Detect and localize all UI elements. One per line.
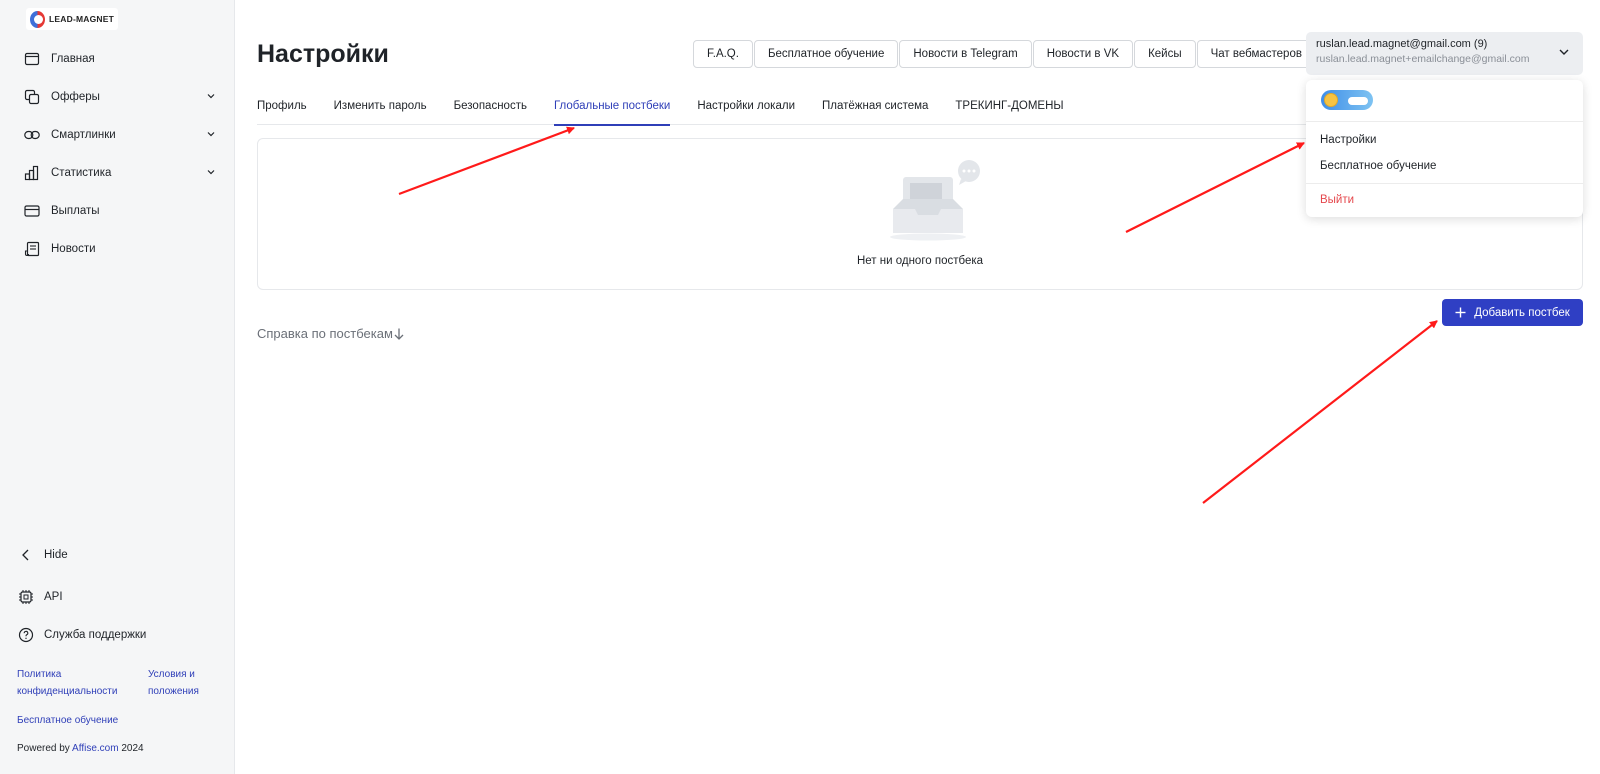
- link-icon: [24, 127, 40, 143]
- chevron-left-icon: [18, 547, 34, 563]
- terms-link-line1: Условия и: [148, 669, 195, 680]
- sidebar-item-home[interactable]: Главная: [0, 40, 235, 78]
- card-icon: [24, 203, 40, 219]
- account-menu-button[interactable]: ruslan.lead.magnet@gmail.com (9) ruslan.…: [1306, 32, 1583, 75]
- sidebar-item-payouts[interactable]: Выплаты: [0, 192, 235, 230]
- chevron-down-icon: [1559, 49, 1569, 55]
- page-title: Настройки: [257, 40, 389, 68]
- sidebar-item-label: Главная: [51, 53, 95, 65]
- arrow-down-icon: [394, 328, 404, 340]
- sidebar-item-news[interactable]: Новости: [0, 230, 235, 268]
- free-training-link[interactable]: Бесплатное обучение: [17, 712, 118, 729]
- privacy-link-line1: Политика: [17, 669, 62, 680]
- cloud-icon: [1348, 97, 1368, 105]
- empty-inbox-icon: [890, 160, 980, 241]
- dropdown-divider: [1306, 183, 1583, 184]
- privacy-link-line2: конфиденциальности: [17, 686, 118, 697]
- layers-icon: [24, 89, 40, 105]
- tab-change-password[interactable]: Изменить пароль: [334, 96, 427, 125]
- chevron-down-icon[interactable]: [205, 166, 217, 178]
- support-label: Служба поддержки: [44, 629, 147, 641]
- plus-icon: [1455, 307, 1466, 318]
- cases-link[interactable]: Кейсы: [1134, 40, 1196, 68]
- sidebar: LEAD-MAGNET Главная Офферы Смартлинки Ст…: [0, 0, 235, 774]
- postback-help-link[interactable]: Справка по постбекам: [257, 326, 405, 341]
- tab-profile[interactable]: Профиль: [257, 96, 307, 125]
- tab-locale-settings[interactable]: Настройки локали: [697, 96, 795, 125]
- hide-label: Hide: [44, 549, 68, 561]
- sidebar-item-label: Выплаты: [51, 205, 100, 217]
- powered-prefix: Powered by: [17, 743, 70, 754]
- chevron-down-icon[interactable]: [205, 90, 217, 102]
- news-icon: [24, 241, 40, 257]
- privacy-policy-link[interactable]: Политика конфиденциальности: [17, 666, 117, 700]
- sidebar-item-label: Новости: [51, 243, 96, 255]
- chevron-down-icon[interactable]: [205, 128, 217, 140]
- faq-link[interactable]: F.A.Q.: [693, 40, 753, 68]
- sun-icon: [1324, 93, 1338, 107]
- webmaster-chat-link[interactable]: Чат вебмастеров: [1196, 40, 1316, 68]
- dropdown-divider: [1306, 121, 1583, 122]
- account-dropdown: Настройки Бесплатное обучение Выйти: [1306, 80, 1583, 217]
- theme-toggle[interactable]: [1321, 90, 1373, 110]
- powered-year: 2024: [121, 743, 144, 754]
- support-link[interactable]: Служба поддержки: [18, 627, 146, 643]
- tab-security[interactable]: Безопасность: [454, 96, 527, 125]
- sidebar-item-label: Офферы: [51, 91, 100, 103]
- logo-mark-icon: [30, 10, 45, 28]
- sidebar-nav: Главная Офферы Смартлинки Статистика Вып…: [0, 40, 235, 268]
- help-circle-icon: [18, 627, 34, 643]
- tab-tracking-domains[interactable]: ТРЕКИНГ-ДОМЕНЫ: [955, 96, 1063, 125]
- sidebar-item-label: Статистика: [51, 167, 112, 179]
- sidebar-item-statistics[interactable]: Статистика: [0, 154, 235, 192]
- terms-link[interactable]: Условия и положения: [148, 666, 199, 700]
- help-link-label: Справка по постбекам: [257, 326, 393, 341]
- api-link[interactable]: API: [18, 589, 63, 605]
- chip-icon: [18, 589, 34, 605]
- bar-chart-icon: [24, 165, 40, 181]
- hide-sidebar-button[interactable]: Hide: [18, 547, 68, 563]
- account-email: ruslan.lead.magnet@gmail.com (9): [1316, 38, 1488, 50]
- add-postback-button[interactable]: Добавить постбек: [1442, 299, 1583, 326]
- sidebar-item-offers[interactable]: Офферы: [0, 78, 235, 116]
- vk-news-link[interactable]: Новости в VK: [1032, 40, 1134, 68]
- sidebar-item-smartlinks[interactable]: Смартлинки: [0, 116, 235, 154]
- app-logo[interactable]: LEAD-MAGNET: [26, 8, 118, 30]
- dropdown-training-item[interactable]: Бесплатное обучение: [1320, 160, 1436, 172]
- tab-global-postbacks[interactable]: Глобальные постбеки: [553, 96, 671, 126]
- empty-state-text: Нет ни одного постбека: [856, 255, 984, 267]
- window-icon: [24, 51, 40, 67]
- sidebar-item-label: Смартлинки: [51, 129, 116, 141]
- tab-payment-system[interactable]: Платёжная система: [822, 96, 928, 125]
- api-label: API: [44, 591, 63, 603]
- dropdown-settings-item[interactable]: Настройки: [1320, 134, 1376, 146]
- affise-link[interactable]: Affise.com: [72, 743, 119, 754]
- account-secondary-email: ruslan.lead.magnet+emailchange@gmail.com: [1316, 53, 1530, 65]
- telegram-news-link[interactable]: Новости в Telegram: [899, 40, 1032, 68]
- free-training-top-link[interactable]: Бесплатное обучение: [753, 40, 899, 68]
- dropdown-logout-item[interactable]: Выйти: [1320, 194, 1354, 206]
- powered-by: Powered by Affise.com 2024: [17, 743, 144, 754]
- top-links: F.A.Q. Бесплатное обучение Новости в Tel…: [693, 40, 1316, 68]
- annotation-arrow: [1202, 320, 1438, 504]
- logo-text: LEAD-MAGNET: [49, 14, 114, 24]
- add-postback-label: Добавить постбек: [1474, 306, 1570, 319]
- terms-link-line2: положения: [148, 686, 199, 697]
